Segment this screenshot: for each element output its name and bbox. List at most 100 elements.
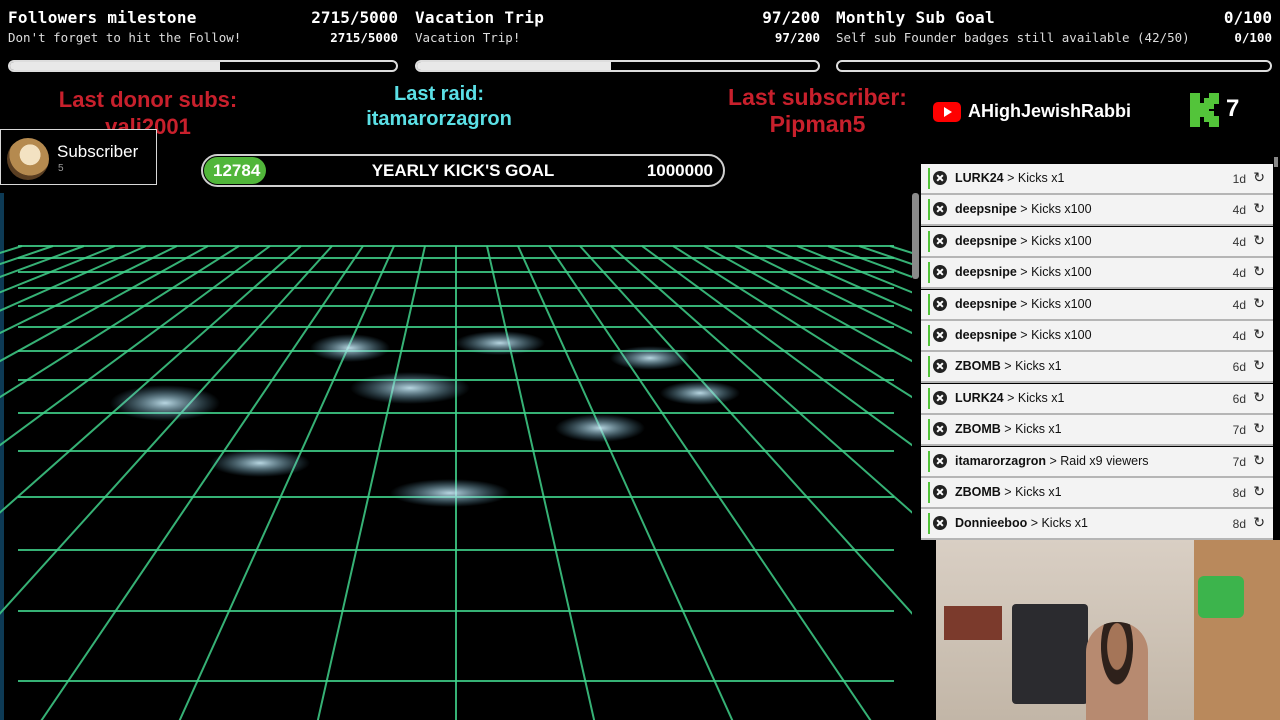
- event-item[interactable]: deepsnipe > Kicks x100 4d ↻: [921, 226, 1273, 258]
- event-user: LURK24: [955, 171, 1004, 185]
- kick-count: 7: [1226, 95, 1240, 122]
- goal-progress-fill: [417, 62, 612, 70]
- particle-cloud: [660, 381, 740, 405]
- replay-icon[interactable]: ↻: [1253, 389, 1265, 406]
- event-item[interactable]: deepsnipe > Kicks x100 4d ↻: [921, 195, 1273, 227]
- grid-line: [0, 245, 147, 312]
- grid-line: [178, 245, 395, 720]
- event-item[interactable]: LURK24 > Kicks x1 1d ↻: [921, 164, 1273, 195]
- event-item[interactable]: deepsnipe > Kicks x100 4d ↻: [921, 289, 1273, 321]
- grid-line: [889, 245, 912, 255]
- event-accent-line: [928, 199, 930, 221]
- grid-line: [579, 245, 912, 615]
- poster: [944, 606, 1002, 640]
- grid-line: [0, 245, 271, 447]
- event-age: 4d: [1232, 266, 1246, 281]
- event-accent-line: [928, 293, 930, 315]
- event-user: deepsnipe: [955, 296, 1017, 311]
- event-text: deepsnipe > Kicks x100: [955, 328, 1092, 342]
- event-action: Raid x9 viewers: [1060, 453, 1149, 468]
- event-text: deepsnipe > Kicks x100: [955, 202, 1092, 217]
- event-age: 8d: [1232, 486, 1246, 500]
- goal-progress-bar: [415, 60, 820, 72]
- event-text: deepsnipe > Kicks x100: [955, 265, 1092, 280]
- goal-sub-count: 0/100: [1234, 30, 1272, 45]
- event-age: 7d: [1232, 423, 1246, 438]
- replay-icon[interactable]: ↻: [1253, 420, 1265, 437]
- main-scene: [0, 193, 919, 720]
- particle-cloud: [555, 414, 645, 442]
- event-item[interactable]: Donnieeboo > Kicks x1 8d ↻: [921, 509, 1273, 541]
- yearly-kick-goal-bar: 12784 YEARLY KICK'S GOAL 1000000: [201, 154, 725, 187]
- goal-title: Monthly Sub Goal: [836, 8, 995, 27]
- goal-subtitle: Vacation Trip!: [415, 30, 521, 45]
- kick-logo-icon: [1190, 93, 1219, 127]
- replay-icon[interactable]: ↻: [1253, 232, 1265, 249]
- particle-cloud: [310, 334, 390, 362]
- event-accent-line: [928, 450, 930, 472]
- tapestry: [1012, 604, 1088, 704]
- event-text: LURK24 > Kicks x1: [955, 390, 1065, 405]
- replay-icon[interactable]: ↻: [1253, 357, 1265, 374]
- particle-cloud: [110, 385, 220, 421]
- kick-icon: [933, 422, 947, 437]
- replay-icon[interactable]: ↻: [1253, 326, 1265, 343]
- event-item[interactable]: ZBOMB > Kicks x1 8d ↻: [921, 478, 1273, 509]
- last-subscriber-value: Pipman5: [769, 111, 866, 137]
- event-accent-line: [928, 230, 930, 252]
- subscriber-card-title: Subscriber: [57, 142, 139, 161]
- event-user: ZBOMB: [955, 485, 1001, 499]
- avatar: [7, 138, 49, 180]
- scroll-indicator[interactable]: [912, 193, 919, 279]
- goal-sub-count: 2715/5000: [330, 30, 398, 45]
- event-user: ZBOMB: [955, 422, 1001, 437]
- last-raid-value: itamarorzagron: [366, 108, 512, 130]
- event-user: deepsnipe: [955, 328, 1017, 342]
- kick-icon: [933, 516, 947, 531]
- event-user: deepsnipe: [955, 265, 1017, 280]
- event-user: LURK24: [955, 390, 1004, 405]
- particle-cloud: [610, 346, 690, 370]
- event-user: deepsnipe: [955, 233, 1017, 248]
- event-text: ZBOMB > Kicks x1: [955, 359, 1062, 374]
- event-action: Kicks x1: [1015, 485, 1062, 499]
- event-item[interactable]: LURK24 > Kicks x1 6d ↻: [921, 383, 1273, 415]
- grid-line: [858, 245, 912, 266]
- event-item[interactable]: ZBOMB > Kicks x1 7d ↻: [921, 415, 1273, 447]
- goal-subtitle: Don't forget to hit the Follow!: [8, 30, 242, 45]
- event-accent-line: [928, 482, 930, 503]
- event-age: 6d: [1232, 391, 1246, 406]
- grid-line: [517, 245, 734, 720]
- particle-cloud: [210, 449, 310, 477]
- event-item[interactable]: deepsnipe > Kicks x100 4d ↻: [921, 258, 1273, 290]
- event-user: deepsnipe: [955, 202, 1017, 217]
- grid-line: [0, 245, 302, 514]
- grid-line: [0, 245, 85, 279]
- replay-icon[interactable]: ↻: [1253, 483, 1265, 500]
- goal-progress-bar: [8, 60, 398, 72]
- goal-title: Followers milestone: [8, 8, 197, 27]
- replay-icon[interactable]: ↻: [1253, 295, 1265, 312]
- kick-icon: [933, 265, 947, 280]
- last-subscriber: Last subscriber: Pipman5: [700, 84, 935, 138]
- subscriber-card: Subscriber 5: [0, 129, 157, 185]
- event-item[interactable]: deepsnipe > Kicks x100 4d ↻: [921, 321, 1273, 352]
- last-donor-label: Last donor subs:: [58, 87, 238, 112]
- goal-monthly-sub: Monthly Sub Goal 0/100 Self sub Founder …: [836, 6, 1272, 78]
- replay-icon[interactable]: ↻: [1253, 200, 1265, 217]
- event-list-scrollbar[interactable]: [1274, 157, 1278, 167]
- event-item[interactable]: ZBOMB > Kicks x1 6d ↻: [921, 352, 1273, 384]
- goal-progress-bar: [836, 60, 1272, 72]
- replay-icon[interactable]: ↻: [1253, 263, 1265, 280]
- grid-line: [734, 245, 912, 335]
- particle-cloud: [455, 331, 545, 355]
- event-age: 4d: [1232, 234, 1246, 249]
- event-item[interactable]: itamarorzagron > Raid x9 viewers 7d ↻: [921, 446, 1273, 478]
- replay-icon[interactable]: ↻: [1253, 169, 1265, 186]
- wardrobe: [1194, 540, 1280, 720]
- replay-icon[interactable]: ↻: [1253, 452, 1265, 469]
- replay-icon[interactable]: ↻: [1253, 514, 1265, 531]
- event-age: 7d: [1232, 454, 1246, 469]
- event-text: LURK24 > Kicks x1: [955, 171, 1065, 185]
- grid-line: [316, 245, 426, 720]
